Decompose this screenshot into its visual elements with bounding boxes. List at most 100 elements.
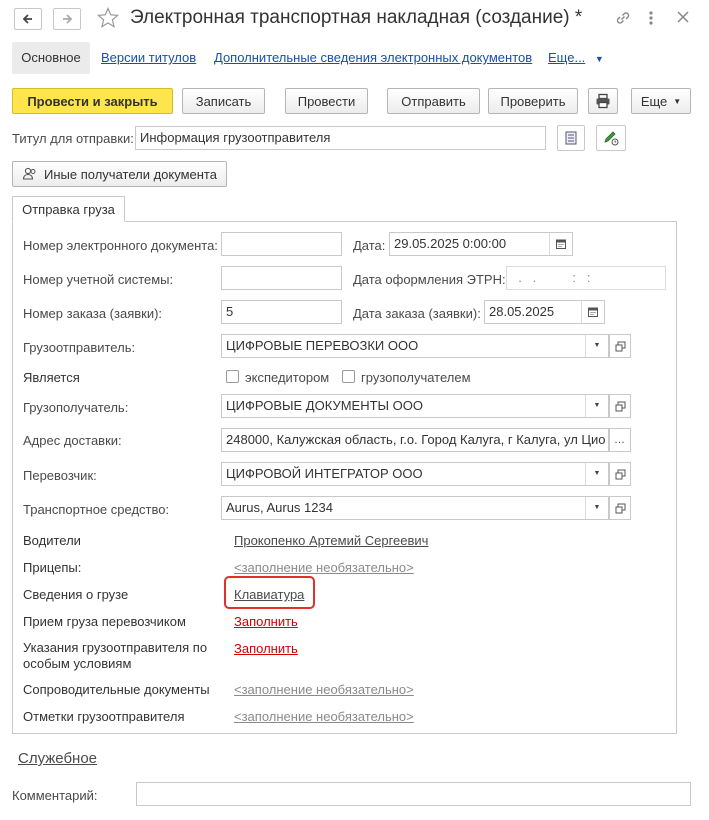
- address-select-button[interactable]: …: [609, 428, 631, 452]
- accompanying-link[interactable]: <заполнение необязательно>: [234, 682, 414, 697]
- list-button[interactable]: [557, 125, 585, 151]
- consignee-value: ЦИФРОВЫЕ ДОКУМЕНТЫ ООО: [226, 398, 423, 413]
- order-date-label: Дата заказа (заявки):: [353, 306, 481, 321]
- date-field[interactable]: 29.05.2025 0:00:00: [389, 232, 573, 256]
- vehicle-label: Транспортное средство:: [23, 502, 170, 517]
- accompanying-label: Сопроводительные документы: [23, 682, 210, 697]
- order-number-label: Номер заказа (заявки):: [23, 306, 163, 321]
- trailers-label: Прицепы:: [23, 560, 82, 575]
- tab-main[interactable]: Основное: [12, 42, 90, 74]
- link-icon[interactable]: [614, 9, 632, 30]
- carrier-open-button[interactable]: [609, 462, 631, 486]
- shipper-marks-label: Отметки грузоотправителя: [23, 709, 185, 724]
- ellipsis-icon: …: [614, 434, 626, 446]
- open-icon: [615, 341, 625, 351]
- title-send-label: Титул для отправки:: [12, 131, 134, 146]
- consignee-checkbox[interactable]: [342, 370, 355, 383]
- consignee-field[interactable]: ЦИФРОВЫЕ ДОКУМЕНТЫ ООО ▼: [221, 394, 609, 418]
- acceptance-label: Прием груза перевозчиком: [23, 614, 186, 629]
- date-value: 29.05.2025 0:00:00: [394, 236, 507, 251]
- dropdown-arrow-icon[interactable]: ▼: [585, 335, 608, 357]
- shipper-label: Грузоотправитель:: [23, 340, 136, 355]
- chevron-down-icon: ▼: [594, 54, 604, 64]
- tab-more-label: Еще...: [548, 50, 586, 65]
- more-actions-label: Еще: [640, 93, 668, 109]
- check-button[interactable]: Проверить: [488, 88, 578, 114]
- back-button[interactable]: [14, 8, 42, 30]
- favorite-star-icon[interactable]: [96, 6, 120, 33]
- order-date-value: 28.05.2025: [489, 304, 555, 319]
- forward-button[interactable]: [53, 8, 81, 30]
- consignee-check-label: грузополучателем: [361, 370, 471, 385]
- drivers-label: Водители: [23, 533, 81, 548]
- order-date-field[interactable]: 28.05.2025: [484, 300, 605, 324]
- other-recipients-button[interactable]: Иные получатели документа: [12, 161, 227, 187]
- list-icon: [565, 131, 577, 145]
- carrier-value: ЦИФРОВОЙ ИНТЕГРАТОР ООО: [226, 466, 423, 481]
- cargo-link[interactable]: Клавиатура: [234, 587, 304, 602]
- dropdown-arrow-icon[interactable]: ▼: [585, 463, 608, 485]
- post-button[interactable]: Провести: [285, 88, 368, 114]
- instructions-fill-link[interactable]: Заполнить: [234, 641, 298, 656]
- cargo-label: Сведения о грузе: [23, 587, 129, 602]
- tab-extra-info[interactable]: Дополнительные сведения электронных доку…: [214, 42, 532, 74]
- shipper-open-button[interactable]: [609, 334, 631, 358]
- open-icon: [615, 469, 625, 479]
- pencil-icon: [604, 131, 619, 146]
- account-number-label: Номер учетной системы:: [23, 272, 174, 287]
- forwarder-checkbox[interactable]: [226, 370, 239, 383]
- service-group-link[interactable]: Служебное: [18, 750, 97, 767]
- shipper-field[interactable]: ЦИФРОВЫЕ ПЕРЕВОЗКИ ООО ▼: [221, 334, 609, 358]
- consignee-open-button[interactable]: [609, 394, 631, 418]
- open-icon: [615, 503, 625, 513]
- shipper-marks-link[interactable]: <заполнение необязательно>: [234, 709, 414, 724]
- address-field[interactable]: 248000, Калужская область, г.о. Город Ка…: [221, 428, 609, 452]
- is-label: Является: [23, 370, 80, 385]
- print-button[interactable]: [588, 88, 618, 114]
- printer-icon: [596, 93, 610, 109]
- calendar-icon[interactable]: [581, 301, 604, 323]
- carrier-field[interactable]: ЦИФРОВОЙ ИНТЕГРАТОР ООО ▼: [221, 462, 609, 486]
- chevron-down-icon: ▼: [673, 96, 682, 106]
- tab-versions[interactable]: Версии титулов: [101, 42, 196, 74]
- trailers-link[interactable]: <заполнение необязательно>: [234, 560, 414, 575]
- etrn-date-label: Дата оформления ЭТРН:: [353, 272, 506, 287]
- users-icon: [22, 167, 36, 180]
- drivers-link[interactable]: Прокопенко Артемий Сергеевич: [234, 533, 428, 548]
- arrow-right-icon: [63, 14, 73, 24]
- open-icon: [615, 401, 625, 411]
- close-icon[interactable]: [676, 10, 690, 27]
- comment-field[interactable]: [136, 782, 691, 806]
- account-number-field[interactable]: [221, 266, 342, 290]
- comment-label: Комментарий:: [12, 788, 98, 803]
- forwarder-label: экспедитором: [245, 370, 330, 385]
- acceptance-fill-link[interactable]: Заполнить: [234, 614, 298, 629]
- vehicle-field[interactable]: Aurus, Aurus 1234 ▼: [221, 496, 609, 520]
- edit-sign-button[interactable]: [596, 125, 626, 151]
- post-and-close-button[interactable]: Провести и закрыть: [12, 88, 173, 114]
- shipper-value: ЦИФРОВЫЕ ПЕРЕВОЗКИ ООО: [226, 338, 419, 353]
- instructions-label-line2: особым условиям: [23, 656, 132, 671]
- date-label: Дата:: [353, 238, 386, 253]
- vehicle-value: Aurus, Aurus 1234: [226, 500, 333, 515]
- calendar-icon[interactable]: [549, 233, 572, 255]
- send-button[interactable]: Отправить: [387, 88, 480, 114]
- other-recipients-label: Иные получатели документа: [44, 166, 217, 182]
- window-title: Электронная транспортная накладная (созд…: [130, 7, 583, 28]
- arrow-left-icon: [22, 14, 32, 24]
- instructions-label-line1: Указания грузоотправителя по: [23, 640, 208, 655]
- dropdown-arrow-icon[interactable]: ▼: [585, 395, 608, 417]
- doc-number-field[interactable]: [221, 232, 342, 256]
- tab-shipment[interactable]: Отправка груза: [12, 196, 125, 222]
- more-vertical-icon[interactable]: [646, 9, 656, 30]
- carrier-label: Перевозчик:: [23, 468, 97, 483]
- more-actions-button[interactable]: Еще ▼: [631, 88, 691, 114]
- save-button[interactable]: Записать: [182, 88, 265, 114]
- order-number-field[interactable]: 5: [221, 300, 342, 324]
- address-label: Адрес доставки:: [23, 433, 122, 448]
- consignee-label: Грузополучатель:: [23, 400, 129, 415]
- vehicle-open-button[interactable]: [609, 496, 631, 520]
- tab-more[interactable]: Еще... ▼: [548, 42, 604, 74]
- dropdown-arrow-icon[interactable]: ▼: [585, 497, 608, 519]
- title-send-field[interactable]: Информация грузоотправителя: [135, 126, 546, 150]
